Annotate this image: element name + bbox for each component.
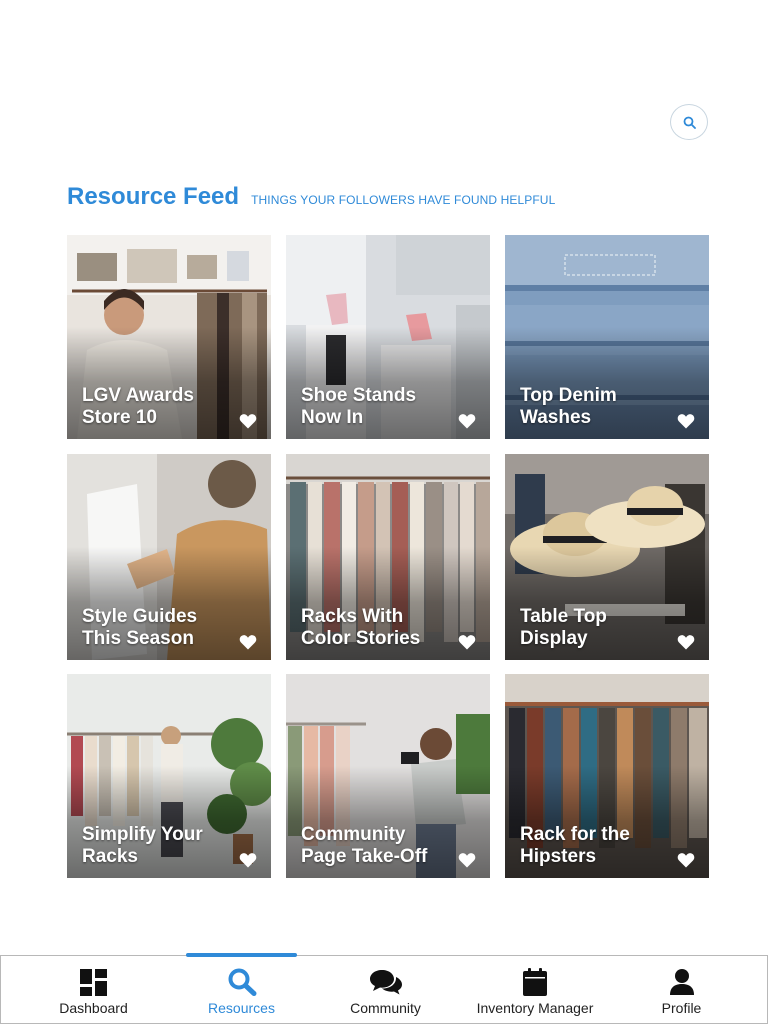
tab-profile[interactable]: Profile [629,956,734,1024]
resource-card[interactable]: LGV Awards Store 10 [67,235,271,439]
heart-icon[interactable] [458,413,476,429]
resource-card[interactable]: Community Page Take-Off [286,674,490,878]
card-title: Simplify Your Racks [82,824,203,867]
user-icon [669,969,694,995]
tab-label: Community [350,1000,421,1016]
search-icon [228,968,256,996]
tab-inventory-manager[interactable]: Inventory Manager [471,956,599,1024]
resource-card[interactable]: Rack for the Hipsters [505,674,709,878]
page-title: Resource Feed [67,183,240,210]
card-title: Table Top Display [520,606,607,649]
search-icon [683,116,696,129]
resource-card[interactable]: Simplify Your Racks [67,674,271,878]
resource-card[interactable]: Table Top Display [505,454,709,660]
tab-label: Resources [208,1000,275,1016]
tab-dashboard[interactable]: Dashboard [41,956,146,1024]
heart-icon[interactable] [677,634,695,650]
card-title: Top Denim Washes [520,385,617,428]
tab-resources[interactable]: Resources [189,956,294,1024]
heart-icon[interactable] [677,413,695,429]
tab-label: Inventory Manager [476,1000,594,1016]
heart-icon[interactable] [239,634,257,650]
heart-icon[interactable] [239,852,257,868]
card-title: LGV Awards Store 10 [82,385,194,428]
resource-card[interactable]: Style Guides This Season [67,454,271,660]
search-button[interactable] [670,104,708,140]
feed-header: Resource Feed THINGS YOUR FOLLOWERS HAVE… [67,183,555,211]
heart-icon[interactable] [239,413,257,429]
card-title: Shoe Stands Now In [301,385,417,428]
card-title: Community Page Take-Off [301,824,428,867]
resource-card[interactable]: Shoe Stands Now In [286,235,490,439]
heart-icon[interactable] [677,852,695,868]
page-subtitle: THINGS YOUR FOLLOWERS HAVE FOUND HELPFUL [251,193,556,207]
heart-icon[interactable] [458,634,476,650]
card-title: Style Guides This Season [82,606,198,649]
resource-card[interactable]: Racks With Color Stories [286,454,490,660]
heart-icon[interactable] [458,852,476,868]
bottom-tab-bar: Dashboard Resources Community Inventory … [0,953,768,1024]
card-title: Racks With Color Stories [301,606,421,649]
tab-label: Profile [661,1000,702,1016]
calendar-icon [523,968,547,996]
tab-label: Dashboard [59,1000,128,1016]
chat-bubbles-icon [369,970,402,995]
dashboard-icon [80,968,107,996]
tab-community[interactable]: Community [333,956,438,1024]
card-title: Rack for the Hipsters [520,824,630,867]
resource-card[interactable]: Top Denim Washes [505,235,709,439]
